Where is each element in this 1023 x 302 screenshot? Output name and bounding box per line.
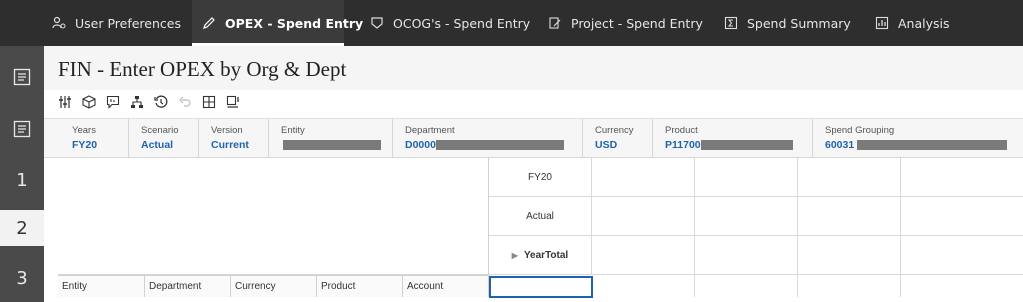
redacted-value <box>857 140 1008 151</box>
grid-corner <box>58 158 489 275</box>
selected-data-cell[interactable] <box>489 276 593 298</box>
grid-cell[interactable] <box>901 275 1023 297</box>
grid-cell <box>798 158 901 197</box>
grid-cell <box>798 236 901 275</box>
pov-value: Current <box>211 139 249 151</box>
row-header-entity[interactable]: Entity <box>58 275 145 297</box>
pov-label: Spend Grouping <box>825 125 895 136</box>
tab-analysis[interactable]: Analysis <box>875 0 975 46</box>
col-header-label: YearTotal <box>523 249 569 261</box>
adjust-icon[interactable] <box>58 95 72 109</box>
tab-user-preferences[interactable]: User Preferences <box>52 0 192 46</box>
edit-doc-icon <box>548 16 562 30</box>
redacted-value <box>435 140 564 151</box>
pov-years[interactable]: Years FY20 <box>60 119 128 157</box>
grid-cell <box>695 197 798 236</box>
row-header-currency[interactable]: Currency <box>231 275 317 297</box>
grid-cell <box>592 197 695 236</box>
col-header-actual[interactable]: Actual <box>489 197 592 236</box>
pov-value <box>281 139 392 151</box>
row-header-department[interactable]: Department <box>145 275 231 297</box>
pov-value: P11700 <box>665 139 812 151</box>
grid-cell[interactable] <box>798 275 901 297</box>
pov-label: Version <box>211 125 243 136</box>
undo-icon[interactable] <box>178 95 192 109</box>
redacted-value <box>700 140 793 151</box>
pov-scenario[interactable]: Scenario Actual <box>128 119 198 157</box>
pencil-icon <box>202 16 216 30</box>
pov-value: USD <box>595 139 618 151</box>
pov-label: Years <box>72 125 96 136</box>
pov-label: Product <box>665 125 698 136</box>
sidebar-item-3[interactable]: 3 <box>0 260 44 296</box>
comment-icon[interactable] <box>106 95 120 109</box>
tab-opex-spend-entry[interactable]: OPEX - Spend Entry <box>192 0 363 46</box>
pov-value-text: P11700 <box>665 139 701 151</box>
grid-cell <box>901 197 1023 236</box>
user-gear-icon <box>52 16 66 30</box>
pov-label: Department <box>405 125 455 136</box>
grid-cell[interactable] <box>695 275 798 297</box>
form-details-icon[interactable] <box>0 112 44 146</box>
hierarchy-icon[interactable] <box>130 95 144 109</box>
pov-label: Currency <box>595 125 634 136</box>
tab-spend-summary[interactable]: Spend Summary <box>724 0 854 46</box>
grid-cell <box>592 236 695 275</box>
tab-label: Project - Spend Entry <box>571 15 703 31</box>
pov-currency[interactable]: Currency USD <box>582 119 652 157</box>
badge-icon <box>370 16 384 30</box>
grid-cell <box>901 236 1023 275</box>
tab-label: OPEX - Spend Entry <box>225 15 364 31</box>
sidebar-item-1[interactable]: 1 <box>0 162 44 198</box>
pov-value-text: 60031 <box>825 139 855 151</box>
sigma-icon <box>724 16 738 30</box>
tab-label: OCOG's - Spend Entry <box>393 15 531 31</box>
tab-label: Analysis <box>898 15 950 31</box>
pov-department[interactable]: Department D0000 <box>392 119 582 157</box>
grid-cell <box>798 197 901 236</box>
history-icon[interactable] <box>154 95 168 109</box>
row-header-account[interactable]: Account <box>403 275 489 297</box>
grid-cell <box>695 158 798 197</box>
tab-label: User Preferences <box>75 15 181 31</box>
page-title: FIN - Enter OPEX by Org & Dept <box>58 57 347 81</box>
col-header-yeartotal[interactable]: ▶ YearTotal <box>489 236 592 275</box>
grid-cell[interactable] <box>592 275 695 297</box>
tab-ocogs-spend-entry[interactable]: OCOG's - Spend Entry <box>370 0 530 46</box>
tab-project-spend-entry[interactable]: Project - Spend Entry <box>548 0 708 46</box>
cube-icon[interactable] <box>82 95 96 109</box>
form-layout-icon[interactable] <box>226 95 240 109</box>
pov-spend-grouping[interactable]: Spend Grouping 60031 <box>812 119 1023 157</box>
pov-product[interactable]: Product P11700 <box>652 119 812 157</box>
left-sidebar: 1 2 3 <box>0 46 44 302</box>
sidebar-item-2[interactable]: 2 <box>0 210 44 246</box>
pov-entity[interactable]: Entity <box>268 119 392 157</box>
pov-version[interactable]: Version Current <box>198 119 268 157</box>
chart-icon <box>875 16 889 30</box>
pov-value: 60031 <box>825 139 1023 151</box>
col-header-fy20[interactable]: FY20 <box>489 158 592 197</box>
grid-cell <box>592 158 695 197</box>
data-grid: FY20 Actual ▶ YearTotal Entity Departmen… <box>58 158 1023 302</box>
top-navigation-bar: User Preferences OPEX - Spend Entry OCOG… <box>0 0 1023 46</box>
pov-value: FY20 <box>72 139 98 151</box>
point-of-view-bar: Years FY20 Scenario Actual Version Curre… <box>44 118 1023 158</box>
redacted-value <box>283 140 381 151</box>
toolbar <box>44 90 1023 114</box>
form-list-icon[interactable] <box>0 60 44 94</box>
pov-value-text: D0000 <box>405 139 436 151</box>
grid-layout-icon[interactable] <box>202 95 216 109</box>
pov-value: D0000 <box>405 139 582 151</box>
tab-label: Spend Summary <box>747 15 851 31</box>
pov-label: Entity <box>281 125 305 136</box>
expand-triangle-icon[interactable]: ▶ <box>512 251 518 260</box>
grid-cell <box>695 236 798 275</box>
pov-label: Scenario <box>141 125 179 136</box>
grid-cell <box>901 158 1023 197</box>
row-header-product[interactable]: Product <box>317 275 403 297</box>
pov-value: Actual <box>141 139 174 151</box>
